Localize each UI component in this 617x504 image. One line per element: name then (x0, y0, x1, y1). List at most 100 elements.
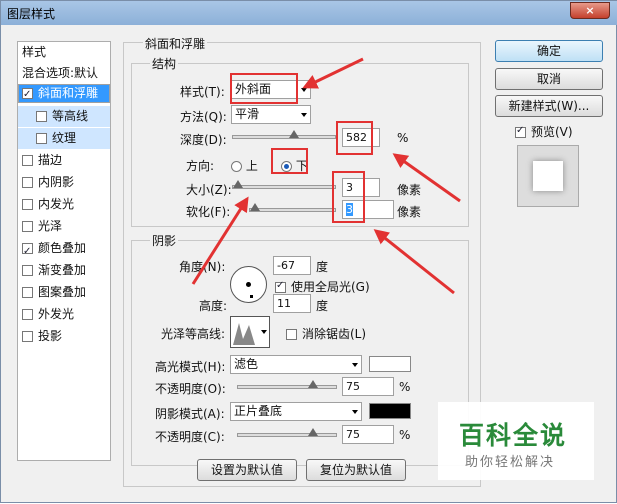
reset-default-button[interactable]: 复位为默认值 (306, 459, 406, 481)
bevel-emboss-title: 斜面和浮雕 (143, 35, 208, 52)
contour-checkbox[interactable] (36, 111, 47, 122)
chevron-down-icon (261, 330, 267, 334)
sidebar-item-contour[interactable]: 等高线 (18, 106, 110, 127)
highlight-opacity-thumb[interactable] (308, 380, 318, 388)
antialias-checkbox[interactable] (286, 329, 297, 340)
contour-preview-icon (233, 323, 255, 345)
preview-thumbnail (533, 161, 563, 191)
depth-slider-thumb[interactable] (289, 130, 299, 138)
chevron-down-icon (352, 410, 358, 414)
depth-unit: % (397, 131, 409, 145)
structure-title: 结构 (150, 55, 179, 72)
sidebar-item-label: 渐变叠加 (38, 263, 87, 277)
watermark-subtitle: 助你轻松解决 (465, 455, 556, 470)
global-light-label: 使用全局光(G) (291, 280, 370, 294)
soften-slider-thumb[interactable] (250, 203, 260, 211)
satin-checkbox[interactable] (22, 221, 33, 232)
ok-button[interactable]: 确定 (495, 40, 603, 62)
outer-glow-checkbox[interactable] (22, 309, 33, 320)
watermark-title: 百科全说 (459, 421, 568, 450)
watermark: 百科全说 助你轻松解决 (438, 402, 594, 480)
chevron-down-icon (352, 363, 358, 367)
angle-label: 角度(N): (179, 260, 226, 274)
annotation-box-direction (271, 148, 308, 174)
altitude-label: 高度: (199, 299, 228, 313)
preview-option[interactable]: 预览(V) (515, 123, 573, 140)
direction-up-option[interactable]: 上 (231, 157, 258, 174)
drop-shadow-checkbox[interactable] (22, 331, 33, 342)
shadow-color-swatch[interactable] (369, 403, 411, 419)
highlight-opacity-slider[interactable] (237, 380, 337, 389)
altitude-input[interactable]: 11 (273, 294, 311, 313)
size-slider[interactable] (232, 180, 336, 189)
shadow-mode-select[interactable]: 正片叠底 (230, 402, 362, 421)
gradient-overlay-checkbox[interactable] (22, 265, 33, 276)
annotation-box-size-soften (332, 171, 365, 223)
technique-select[interactable]: 平滑 (231, 105, 311, 124)
pattern-overlay-checkbox[interactable] (22, 287, 33, 298)
angle-input[interactable]: -67 (273, 256, 311, 275)
sidebar-item-inner-shadow[interactable]: 内阴影 (18, 172, 110, 193)
sidebar-item-color-overlay[interactable]: 颜色叠加 (18, 238, 110, 262)
style-list-header: 样式 (22, 45, 47, 59)
size-label: 大小(Z): (186, 183, 232, 197)
make-default-button[interactable]: 设置为默认值 (197, 459, 297, 481)
bevel-checkbox[interactable] (22, 86, 33, 103)
layer-style-dialog: 图层样式 × 样式 混合选项:默认 斜面和浮雕 等高线 纹理 描边 内阴影 内发… (0, 0, 617, 503)
sidebar-item-stroke[interactable]: 描边 (18, 150, 110, 171)
cancel-button[interactable]: 取消 (495, 68, 603, 90)
sidebar-item-label: 纹理 (52, 131, 77, 145)
highlight-mode-select[interactable]: 滤色 (230, 355, 362, 374)
angle-dial[interactable] (230, 266, 267, 303)
sidebar-item-label: 内发光 (38, 197, 75, 211)
angle-dial-center (246, 282, 251, 287)
shadow-opacity-thumb[interactable] (308, 428, 318, 436)
antialias-option[interactable]: 消除锯齿(L) (286, 325, 366, 342)
close-button[interactable]: × (570, 2, 610, 19)
shadow-opacity-label: 不透明度(C): (155, 430, 225, 444)
global-light-checkbox[interactable] (275, 280, 286, 293)
altitude-unit: 度 (316, 299, 329, 313)
shadow-opacity-slider[interactable] (237, 428, 337, 437)
soften-slider[interactable] (249, 203, 336, 212)
sidebar-item-gradient-overlay[interactable]: 渐变叠加 (18, 260, 110, 281)
angle-unit: 度 (316, 260, 329, 274)
inner-glow-checkbox[interactable] (22, 199, 33, 210)
gloss-contour-picker[interactable] (230, 316, 270, 348)
style-label: 样式(T): (180, 85, 225, 99)
direction-label: 方向: (186, 159, 215, 173)
sidebar-item-outer-glow[interactable]: 外发光 (18, 304, 110, 325)
preview-checkbox[interactable] (515, 125, 526, 138)
shadow-opacity-input[interactable]: 75 (342, 425, 394, 444)
highlight-color-swatch[interactable] (369, 356, 411, 372)
annotation-box-depth (336, 121, 373, 155)
highlight-opacity-label: 不透明度(O): (155, 382, 226, 396)
highlight-opacity-unit: % (399, 380, 411, 394)
depth-slider[interactable] (232, 130, 336, 139)
annotation-box-style (230, 73, 298, 104)
preview-label: 预览(V) (531, 125, 573, 139)
chevron-down-icon (301, 88, 307, 92)
highlight-opacity-input[interactable]: 75 (342, 377, 394, 396)
sidebar-item-pattern-overlay[interactable]: 图案叠加 (18, 282, 110, 303)
size-unit: 像素 (397, 183, 422, 197)
global-light-option[interactable]: 使用全局光(G) (275, 278, 370, 295)
radio-up[interactable] (231, 161, 242, 172)
sidebar-item-label: 等高线 (52, 109, 89, 123)
sidebar-item-drop-shadow[interactable]: 投影 (18, 326, 110, 347)
texture-checkbox[interactable] (36, 133, 47, 144)
sidebar-item-inner-glow[interactable]: 内发光 (18, 194, 110, 215)
sidebar-item-bevel-emboss[interactable]: 斜面和浮雕 (18, 84, 110, 103)
sidebar-item-blending-options[interactable]: 混合选项:默认 (18, 63, 110, 84)
chevron-down-icon (301, 113, 307, 117)
depth-label: 深度(D): (180, 133, 227, 147)
sidebar-item-texture[interactable]: 纹理 (18, 128, 110, 149)
inner-shadow-checkbox[interactable] (22, 177, 33, 188)
size-slider-thumb[interactable] (233, 180, 243, 188)
new-style-button[interactable]: 新建样式(W)... (495, 95, 603, 117)
shadow-opacity-unit: % (399, 428, 411, 442)
color-overlay-checkbox[interactable] (22, 241, 33, 262)
sidebar-item-satin[interactable]: 光泽 (18, 216, 110, 237)
shading-title: 阴影 (150, 232, 179, 249)
stroke-checkbox[interactable] (22, 155, 33, 166)
